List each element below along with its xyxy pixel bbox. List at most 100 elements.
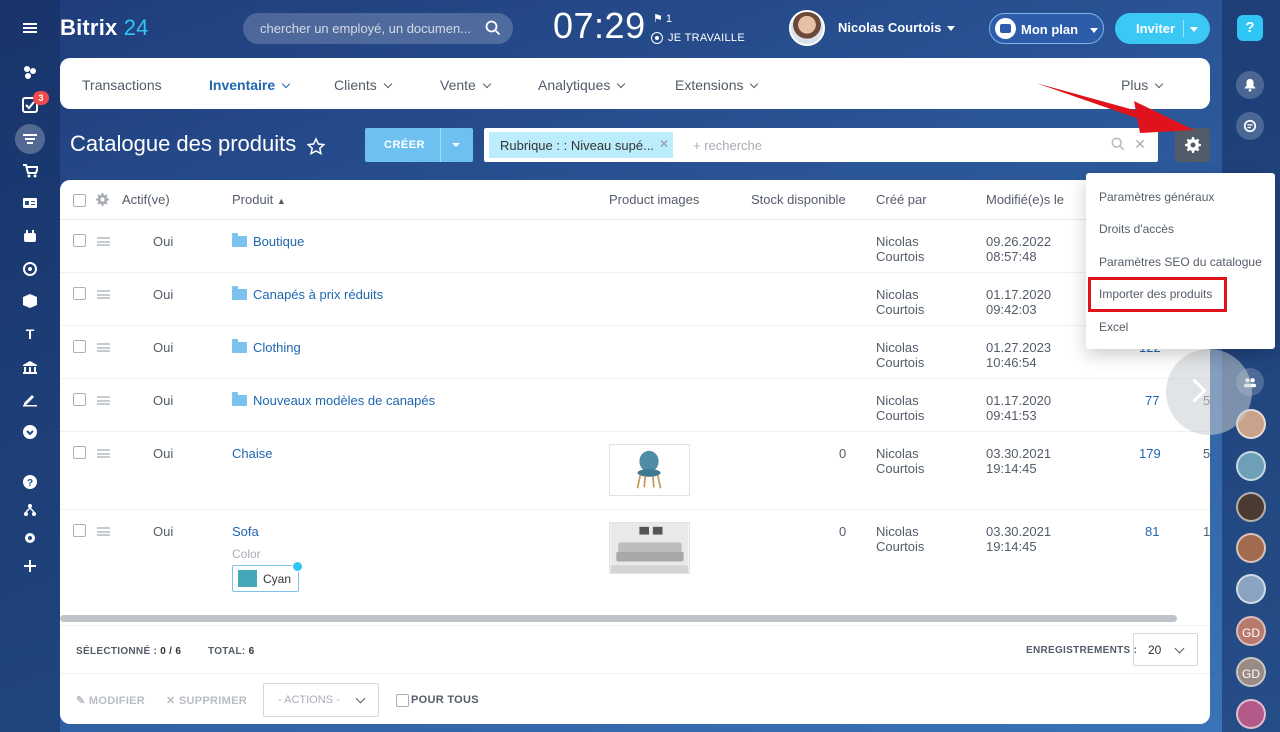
col-stock[interactable]: Stock disponible xyxy=(751,192,846,207)
tab-transactions[interactable]: Transactions xyxy=(82,77,162,93)
filter-icon[interactable] xyxy=(20,129,40,149)
invite-button[interactable]: Inviter xyxy=(1115,13,1210,44)
row-checkbox[interactable] xyxy=(73,340,86,353)
tab-sales[interactable]: Vente xyxy=(440,77,492,93)
table-row[interactable]: Oui Nouveaux modèles de canapés Nicolas C… xyxy=(60,379,1210,432)
flag-count[interactable]: ⚑ 1 xyxy=(653,12,672,25)
contact-avatar[interactable]: GD xyxy=(1236,616,1266,646)
col-modified[interactable]: Modifié(e)s le xyxy=(986,192,1064,207)
contact-card-icon[interactable] xyxy=(20,193,40,213)
drag-handle-icon[interactable] xyxy=(97,396,110,405)
contact-avatar[interactable] xyxy=(1236,699,1266,729)
drag-handle-icon[interactable] xyxy=(97,527,110,536)
color-swatch[interactable]: Cyan xyxy=(232,561,303,592)
product-image[interactable] xyxy=(609,444,690,496)
drag-handle-icon[interactable] xyxy=(97,343,110,352)
contact-avatar[interactable] xyxy=(1236,533,1266,563)
sitemap-icon[interactable] xyxy=(20,500,40,520)
filter-tag[interactable]: Rubrique : : Niveau supé... ✕ xyxy=(489,132,673,158)
horizontal-scrollbar[interactable] xyxy=(60,615,1177,622)
filter-search-input[interactable]: + recherche xyxy=(693,138,762,153)
table-row[interactable]: Oui Canapés à prix réduits Nicolas Courto… xyxy=(60,273,1210,326)
for-all-label[interactable]: POUR TOUS xyxy=(411,694,479,706)
work-status[interactable]: JE TRAVAILLE xyxy=(651,32,745,44)
product-image[interactable] xyxy=(609,522,690,574)
drag-handle-icon[interactable] xyxy=(97,449,110,458)
help-icon[interactable]: ? xyxy=(1237,15,1263,41)
box-icon[interactable] xyxy=(20,291,40,311)
chat-icon[interactable] xyxy=(1236,112,1264,140)
cart-icon[interactable] xyxy=(20,161,40,181)
gear-icon[interactable] xyxy=(96,193,109,206)
col-product[interactable]: Produit ▲ xyxy=(232,192,286,207)
star-icon[interactable] xyxy=(306,137,326,157)
menu-item-access-rights[interactable]: Droits d'accès xyxy=(1099,222,1174,236)
product-link[interactable]: Sofa xyxy=(232,524,259,539)
product-link[interactable]: Nouveaux modèles de canapés xyxy=(232,392,435,408)
product-link[interactable]: Chaise xyxy=(232,446,272,461)
for-all-checkbox[interactable] xyxy=(396,694,409,707)
contact-avatar[interactable] xyxy=(1236,451,1266,481)
records-per-page-select[interactable]: 20 xyxy=(1133,633,1198,666)
user-menu[interactable]: Nicolas Courtois xyxy=(838,20,956,35)
drag-handle-icon[interactable] xyxy=(97,237,110,246)
menu-icon[interactable] xyxy=(20,18,40,38)
tab-inventory[interactable]: Inventaire xyxy=(209,77,291,93)
menu-item-excel[interactable]: Excel xyxy=(1099,320,1128,334)
chair-image xyxy=(636,450,662,489)
row-checkbox[interactable] xyxy=(73,234,86,247)
col-active[interactable]: Actif(ve) xyxy=(122,192,170,207)
tab-clients[interactable]: Clients xyxy=(334,77,393,93)
item-id[interactable]: 77 xyxy=(1145,393,1159,408)
col-images[interactable]: Product images xyxy=(609,192,699,207)
table-row[interactable]: Oui Chaise 0 Nicolas Courtois 03.30.2021 1… xyxy=(60,432,1210,510)
edit-button[interactable]: ✎ MODIFIER xyxy=(76,694,145,707)
close-icon[interactable]: ✕ xyxy=(659,137,669,151)
clock: 07:29 xyxy=(553,5,646,46)
menu-item-seo-settings[interactable]: Paramètres SEO du catalogue xyxy=(1099,255,1262,269)
table-row[interactable]: Oui Clothing Nicolas Courtois 01.27.2023 1… xyxy=(60,326,1210,379)
row-checkbox[interactable] xyxy=(73,446,86,459)
scroll-right-arrow-icon[interactable] xyxy=(1166,349,1252,435)
drag-handle-icon[interactable] xyxy=(97,290,110,299)
item-id[interactable]: 81 xyxy=(1145,524,1159,539)
settings-icon[interactable] xyxy=(20,528,40,548)
product-link[interactable]: Canapés à prix réduits xyxy=(232,286,383,302)
create-button[interactable]: CRÉER xyxy=(365,128,473,162)
add-icon[interactable] xyxy=(20,556,40,576)
product-link[interactable]: Clothing xyxy=(232,339,301,355)
select-all-checkbox[interactable] xyxy=(73,194,86,207)
row-checkbox[interactable] xyxy=(73,524,86,537)
menu-item-general-settings[interactable]: Paramètres généraux xyxy=(1099,190,1214,204)
tab-extensions[interactable]: Extensions xyxy=(675,77,759,93)
bitrix-logo[interactable]: Bitrix 24 xyxy=(60,15,149,41)
contact-avatar[interactable]: GD xyxy=(1236,657,1266,687)
delete-button[interactable]: ✕ SUPPRIMER xyxy=(166,694,247,707)
product-link[interactable]: Boutique xyxy=(232,233,304,249)
actions-select[interactable]: - ACTIONS - xyxy=(263,683,379,717)
text-item-icon[interactable]: T xyxy=(20,324,40,344)
notification-bell-icon[interactable] xyxy=(1236,71,1264,99)
target-icon[interactable] xyxy=(20,259,40,279)
chevron-down-icon xyxy=(1190,27,1198,32)
feed-icon[interactable] xyxy=(20,62,40,82)
search-input[interactable]: chercher un employé, un documen... xyxy=(243,13,513,44)
search-icon[interactable] xyxy=(485,20,501,36)
contact-avatar[interactable] xyxy=(1236,492,1266,522)
item-id[interactable]: 179 xyxy=(1139,446,1161,461)
table-row[interactable]: Oui Sofa Color Cyan 0 Nicolas Courtois 03… xyxy=(60,510,1210,612)
building-icon[interactable] xyxy=(20,357,40,377)
signature-icon[interactable] xyxy=(20,389,40,409)
user-avatar[interactable] xyxy=(789,10,825,46)
help-icon[interactable]: ? xyxy=(20,472,40,492)
chevron-down-icon[interactable] xyxy=(452,143,460,147)
more-circle-icon[interactable] xyxy=(20,422,40,442)
table-row[interactable]: Oui Boutique Nicolas Courtois 09.26.2022 0… xyxy=(60,220,1210,273)
contact-avatar[interactable] xyxy=(1236,574,1266,604)
col-created-by[interactable]: Créé par xyxy=(876,192,927,207)
row-checkbox[interactable] xyxy=(73,287,86,300)
robot-icon[interactable] xyxy=(20,226,40,246)
row-checkbox[interactable] xyxy=(73,393,86,406)
my-plan-button[interactable]: Mon plan xyxy=(989,13,1104,44)
tab-analytics[interactable]: Analytiques xyxy=(538,77,626,93)
